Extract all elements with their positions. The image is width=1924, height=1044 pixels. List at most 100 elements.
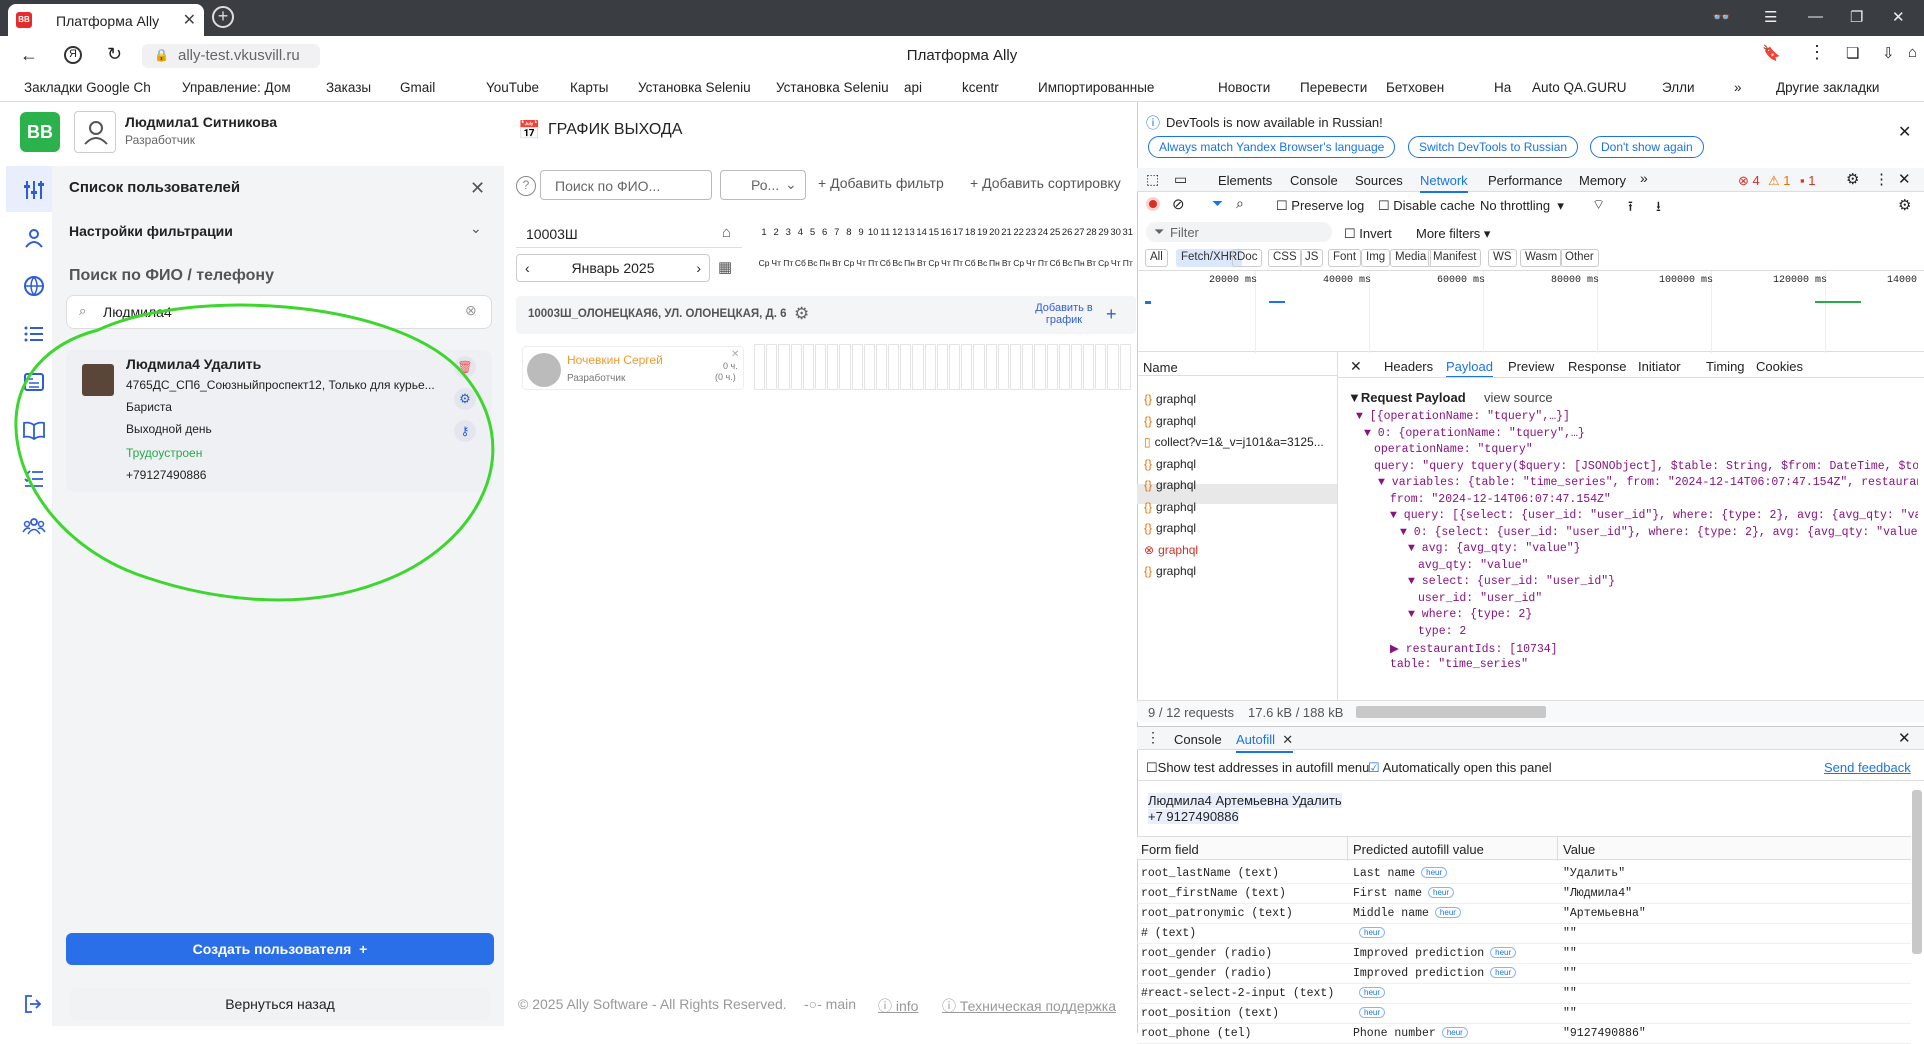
add-filter-button[interactable]: + Добавить фильтр bbox=[818, 175, 944, 191]
bookmark-item[interactable]: Установка Seleniu bbox=[776, 80, 889, 95]
type-filter-wasm[interactable]: Wasm bbox=[1520, 249, 1563, 267]
chevron-down-icon[interactable]: ⌄ bbox=[470, 220, 482, 237]
back-button[interactable]: Вернуться назад bbox=[70, 988, 490, 1020]
bookmark-item[interactable]: kcentr bbox=[962, 80, 999, 95]
autofill-row[interactable]: root_position (text) heur "" bbox=[1137, 1004, 1911, 1024]
upload-icon[interactable]: ⭱ bbox=[1628, 196, 1633, 220]
type-filter-manifest[interactable]: Manifest bbox=[1428, 249, 1482, 267]
payload-title[interactable]: ▼Request Payload bbox=[1348, 390, 1466, 405]
send-feedback-link[interactable]: Send feedback bbox=[1824, 760, 1911, 775]
browser-tab[interactable]: ВВ Платформа Ally ✕ bbox=[8, 4, 204, 36]
logout-icon[interactable] bbox=[22, 992, 46, 1016]
device-icon[interactable]: ▭ bbox=[1174, 171, 1187, 188]
banner-close-icon[interactable]: ✕ bbox=[1898, 122, 1911, 142]
detail-tab-initiator[interactable]: Initiator bbox=[1638, 359, 1681, 374]
bookmark-item[interactable]: Auto QA.GURU bbox=[1532, 80, 1627, 95]
payload-line[interactable]: ▼ query: [{select: {user_id: "user_id"},… bbox=[1390, 509, 1918, 522]
request-row[interactable]: {} graphql bbox=[1144, 457, 1196, 471]
day-cell[interactable] bbox=[1083, 344, 1095, 390]
glasses-icon[interactable]: 👓 bbox=[1712, 8, 1731, 26]
bookmark-item[interactable]: Другие закладки bbox=[1776, 80, 1879, 95]
request-row[interactable]: {} graphql bbox=[1144, 521, 1196, 535]
drawer-tab-console[interactable]: Console bbox=[1174, 732, 1222, 747]
day-cell[interactable] bbox=[961, 344, 973, 390]
plus-icon[interactable]: + bbox=[1106, 304, 1117, 325]
month-picker[interactable]: ‹ Январь 2025 › bbox=[516, 254, 710, 282]
bookmark-item[interactable]: Импортированные bbox=[1038, 80, 1154, 95]
payload-line[interactable]: ▼ variables: {table: "time_series", from… bbox=[1378, 476, 1918, 489]
more-filters-dropdown[interactable]: More filters ▾ bbox=[1416, 226, 1490, 242]
tab-sources[interactable]: Sources bbox=[1355, 173, 1403, 188]
request-row[interactable]: ▯ collect?v=1&_v=j101&a=3125... bbox=[1144, 435, 1324, 449]
schedule-search-input[interactable]: Поиск по ФИО... bbox=[540, 170, 712, 200]
day-cell[interactable] bbox=[900, 344, 912, 390]
bookmark-item[interactable]: api bbox=[904, 80, 922, 95]
inspect-icon[interactable]: ⬚ bbox=[1146, 171, 1159, 188]
bookmark-item[interactable]: Перевести bbox=[1300, 80, 1367, 95]
type-filter-doc[interactable]: Doc bbox=[1232, 249, 1263, 267]
show-test-checkbox[interactable]: ☐Show test addresses in autofill menu bbox=[1146, 760, 1369, 776]
payload-line[interactable]: ▼ 0: {select: {user_id: "user_id"}, wher… bbox=[1400, 526, 1918, 539]
employee-row[interactable]: Ночевкин Сергей Разработчик ✕ 0 ч. (0 ч.… bbox=[522, 346, 744, 390]
help-icon[interactable]: ? bbox=[516, 176, 536, 196]
day-cell[interactable] bbox=[924, 344, 936, 390]
settings-gear-icon[interactable]: ⚙ bbox=[1846, 170, 1859, 188]
add-to-schedule-link[interactable]: Добавить в график bbox=[1032, 302, 1096, 326]
day-cell[interactable] bbox=[1046, 344, 1058, 390]
switch-russian-button[interactable]: Switch DevTools to Russian bbox=[1408, 136, 1579, 158]
day-cell[interactable] bbox=[1070, 344, 1083, 390]
horizontal-scrollbar[interactable] bbox=[1356, 706, 1546, 718]
request-row[interactable]: {} graphql bbox=[1144, 564, 1196, 578]
day-cell[interactable] bbox=[949, 344, 961, 390]
minimize-icon[interactable]: — bbox=[1808, 8, 1823, 25]
request-row[interactable]: {} graphql bbox=[1144, 392, 1196, 406]
type-filter-ws[interactable]: WS bbox=[1488, 249, 1517, 267]
bookmark-item[interactable]: Gmail bbox=[400, 80, 435, 95]
autofill-row[interactable]: root_firstName (text) First name heur "Людм… bbox=[1137, 884, 1911, 904]
day-cell[interactable] bbox=[1058, 344, 1070, 390]
restore-icon[interactable]: ❐ bbox=[1850, 8, 1863, 26]
bookmark-item[interactable]: Элли bbox=[1662, 80, 1695, 95]
tab-close-icon[interactable]: ✕ bbox=[183, 10, 196, 30]
day-cell[interactable] bbox=[1107, 344, 1119, 390]
payload-line[interactable]: avg_qty: "value" bbox=[1418, 559, 1528, 572]
detail-tab-preview[interactable]: Preview bbox=[1508, 359, 1554, 374]
next-month-icon[interactable]: › bbox=[696, 255, 701, 281]
detail-tab-cookies[interactable]: Cookies bbox=[1756, 359, 1803, 374]
day-cell[interactable] bbox=[888, 344, 900, 390]
day-cell[interactable] bbox=[1095, 344, 1107, 390]
calendar-picker-icon[interactable]: ▦ bbox=[718, 258, 732, 276]
payload-line[interactable]: ▼ avg: {avg_qty: "value"} bbox=[1408, 542, 1581, 555]
day-cell[interactable] bbox=[754, 344, 766, 390]
day-cell[interactable] bbox=[1009, 344, 1022, 390]
tab-console[interactable]: Console bbox=[1290, 173, 1338, 188]
filters-icon[interactable] bbox=[22, 178, 46, 202]
autofill-row[interactable]: root_lastName (text) Last name heur "Удалит… bbox=[1137, 864, 1911, 884]
detail-close-icon[interactable]: ✕ bbox=[1350, 358, 1362, 375]
role-select[interactable]: Ро... ⌄ bbox=[720, 170, 806, 200]
day-cell[interactable] bbox=[766, 344, 778, 390]
bookmark-item[interactable]: Установка Seleniu bbox=[638, 80, 751, 95]
day-cell[interactable] bbox=[802, 344, 814, 390]
support-link[interactable]: ⓘ Техническая поддержка bbox=[942, 996, 1116, 1016]
drawer-tab-autofill[interactable]: Autofill ✕ bbox=[1236, 732, 1294, 753]
detail-tab-payload[interactable]: Payload bbox=[1446, 359, 1493, 378]
drawer-menu-icon[interactable]: ⋮ bbox=[1146, 729, 1160, 746]
issue-count[interactable]: ▪ 1 bbox=[1800, 173, 1815, 188]
gear-icon[interactable]: ⚙ bbox=[794, 304, 809, 324]
bookmark-item[interactable]: Закладки Google Ch bbox=[24, 80, 151, 95]
day-cell[interactable] bbox=[936, 344, 948, 390]
warning-count[interactable]: ⚠ 1 bbox=[1768, 173, 1791, 189]
type-filter-css[interactable]: CSS bbox=[1268, 249, 1302, 267]
payload-line[interactable]: table: "time_series" bbox=[1390, 658, 1528, 671]
record-icon[interactable] bbox=[1146, 197, 1160, 211]
payload-line[interactable]: type: 2 bbox=[1418, 625, 1466, 638]
day-cell[interactable] bbox=[839, 344, 851, 390]
payload-line[interactable]: ▼ where: {type: 2} bbox=[1408, 608, 1532, 621]
vertical-scrollbar[interactable] bbox=[1912, 790, 1922, 954]
globe-icon[interactable] bbox=[22, 274, 46, 298]
type-filter-media[interactable]: Media bbox=[1390, 249, 1432, 267]
wifi-icon[interactable]: ⌔ bbox=[1592, 196, 1605, 214]
day-cell[interactable] bbox=[985, 344, 997, 390]
search-icon[interactable]: ⌕ bbox=[1236, 195, 1244, 212]
